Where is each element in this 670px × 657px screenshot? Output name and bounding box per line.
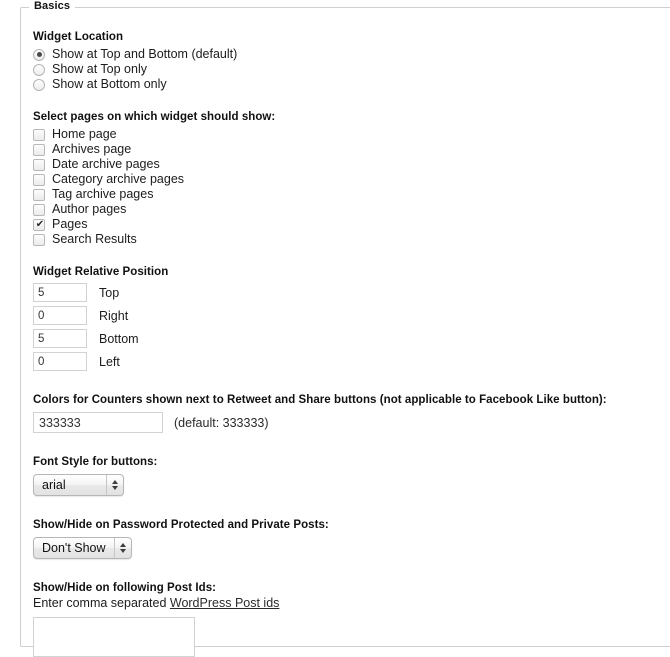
radio-option-top-only[interactable]: Show at Top only (33, 62, 670, 77)
settings-page: Basics Widget Location Show at Top and B… (0, 0, 670, 657)
checkbox-icon[interactable] (33, 188, 45, 201)
checkbox-label: Category archive pages (52, 172, 185, 186)
position-input-bottom[interactable] (33, 329, 87, 348)
checkbox-icon[interactable] (33, 203, 45, 216)
checkbox-label: Author pages (52, 202, 127, 216)
triangle-down-icon (119, 549, 126, 553)
font-style-select[interactable]: arial (33, 474, 124, 496)
position-name-bottom: Bottom (99, 331, 139, 346)
widget-location-radio-group: Show at Top and Bottom (default) Show at… (33, 47, 670, 92)
checkbox-option-archives-page[interactable]: Archives page (33, 142, 670, 157)
radio-icon[interactable] (33, 78, 45, 91)
post-ids-hint-prefix: Enter comma separated (33, 596, 170, 610)
radio-option-top-and-bottom[interactable]: Show at Top and Bottom (default) (33, 47, 670, 62)
checkbox-label: Date archive pages (52, 157, 160, 171)
counter-colors-label: Colors for Counters shown next to Retwee… (33, 394, 607, 406)
position-row-bottom: Bottom (33, 329, 670, 348)
counter-color-default-note: (default: 333333) (174, 415, 269, 430)
radio-label: Show at Top only (52, 62, 147, 76)
checkbox-option-home-page[interactable]: Home page (33, 127, 670, 142)
counter-colors-row: (default: 333333) (33, 412, 670, 433)
wordpress-post-ids-link[interactable]: WordPress Post ids (170, 596, 280, 610)
password-protected-value: Don't Show (42, 541, 106, 555)
radio-label: Show at Bottom only (52, 77, 167, 91)
position-input-top[interactable] (33, 283, 87, 302)
triangle-up-icon (112, 480, 118, 484)
password-protected-label: Show/Hide on Password Protected and Priv… (33, 519, 329, 531)
checkbox-label: Tag archive pages (52, 187, 154, 201)
position-name-right: Right (99, 308, 129, 323)
checkbox-icon[interactable] (33, 143, 45, 156)
checkbox-label: Archives page (52, 142, 132, 156)
checkbox-icon-checked[interactable] (33, 218, 46, 232)
checkbox-option-author-pages[interactable]: Author pages (33, 202, 670, 217)
checkbox-label: Pages (52, 217, 88, 231)
checkbox-label: Search Results (52, 232, 137, 246)
triangle-down-icon (112, 486, 118, 490)
position-input-left[interactable] (33, 352, 87, 371)
checkbox-icon[interactable] (33, 158, 45, 171)
checkbox-option-tag-archive-pages[interactable]: Tag archive pages (33, 187, 670, 202)
position-name-top: Top (99, 285, 120, 300)
radio-option-bottom-only[interactable]: Show at Bottom only (33, 77, 670, 92)
triangle-up-icon (119, 543, 126, 547)
checkbox-option-search-results[interactable]: Search Results (33, 232, 670, 247)
fieldset-content: Widget Location Show at Top and Bottom (… (33, 30, 670, 657)
font-style-value: arial (42, 478, 66, 492)
post-ids-textarea[interactable] (33, 617, 195, 657)
position-row-left: Left (33, 352, 670, 371)
checkbox-label: Home page (52, 127, 117, 141)
select-pages-checkbox-group: Home page Archives page Date archive pag… (33, 127, 670, 247)
checkbox-option-category-archive-pages[interactable]: Category archive pages (33, 172, 670, 187)
checkbox-icon[interactable] (33, 128, 45, 141)
radio-icon[interactable] (33, 48, 45, 61)
widget-location-label: Widget Location (33, 31, 124, 43)
checkbox-icon[interactable] (33, 173, 45, 186)
checkbox-option-date-archive-pages[interactable]: Date archive pages (33, 157, 670, 172)
position-row-right: Right (33, 306, 670, 325)
chevron-updown-icon[interactable] (113, 538, 131, 558)
font-style-label: Font Style for buttons: (33, 456, 158, 468)
checkbox-icon[interactable] (33, 233, 45, 246)
fieldset-legend: Basics (29, 0, 76, 12)
password-protected-select[interactable]: Don't Show (33, 537, 132, 559)
position-name-left: Left (99, 354, 120, 369)
counter-color-input[interactable] (33, 412, 163, 433)
select-pages-label: Select pages on which widget should show… (33, 111, 276, 123)
post-ids-label: Show/Hide on following Post Ids: (33, 582, 217, 594)
post-ids-hint: Enter comma separated WordPress Post ids (33, 596, 670, 611)
radio-icon[interactable] (33, 63, 45, 76)
position-row-top: Top (33, 283, 670, 302)
radio-label: Show at Top and Bottom (default) (52, 47, 238, 61)
checkbox-option-pages[interactable]: Pages (33, 217, 670, 232)
position-input-right[interactable] (33, 306, 87, 325)
basics-fieldset: Basics Widget Location Show at Top and B… (20, 0, 670, 657)
chevron-updown-icon[interactable] (106, 475, 123, 495)
relative-position-label: Widget Relative Position (33, 266, 169, 278)
